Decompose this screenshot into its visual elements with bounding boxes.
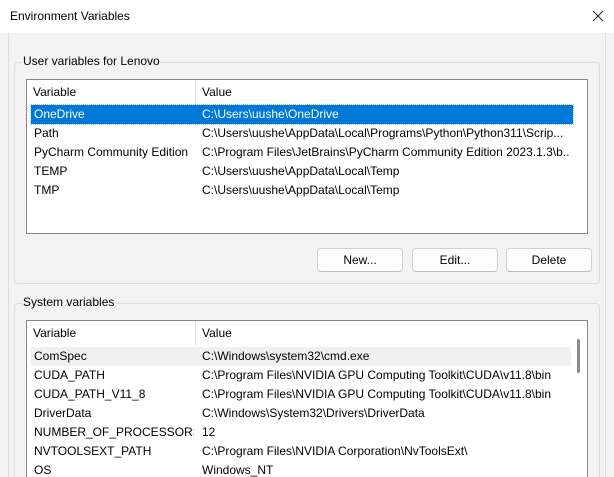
- variable-name-cell: TEMP: [34, 164, 68, 178]
- table-row[interactable]: TEMP C:\Users\uushe\AppData\Local\Temp: [31, 162, 573, 181]
- list-header: Variable Value: [27, 321, 571, 346]
- variable-name-cell: NVTOOLSEXT_PATH: [34, 444, 152, 458]
- new-button[interactable]: New...: [317, 248, 403, 272]
- variable-name-cell: Path: [34, 126, 59, 140]
- variable-value-cell: C:\Users\uushe\AppData\Local\Temp: [202, 164, 400, 178]
- variable-name-cell: NUMBER_OF_PROCESSORS: [34, 425, 194, 439]
- close-button[interactable]: [582, 0, 614, 32]
- variable-value-cell: C:\Users\uushe\AppData\Local\Temp: [202, 183, 400, 197]
- table-row[interactable]: OneDrive C:\Users\uushe\OneDrive: [30, 104, 574, 125]
- variable-value-cell: 12: [202, 425, 216, 439]
- column-header-variable[interactable]: Variable: [27, 321, 195, 346]
- variable-value-cell: C:\Windows\System32\Drivers\DriverData: [202, 406, 425, 420]
- variable-name-cell: DriverData: [34, 406, 92, 420]
- title-bar[interactable]: Environment Variables: [0, 0, 614, 33]
- table-row[interactable]: Path C:\Users\uushe\AppData\Local\Program…: [31, 124, 573, 143]
- variable-value-cell: C:\Users\uushe\AppData\Local\Programs\Py…: [202, 126, 564, 140]
- variable-value-cell: C:\Windows\system32\cmd.exe: [202, 349, 370, 363]
- edit-button[interactable]: Edit...: [412, 248, 498, 272]
- scrollbar-thumb[interactable]: [577, 339, 580, 373]
- environment-variables-dialog: Environment Variables User variables for…: [0, 0, 614, 477]
- variable-name-cell: CUDA_PATH_V11_8: [34, 387, 146, 401]
- list-header: Variable Value: [27, 80, 587, 105]
- delete-button[interactable]: Delete: [506, 248, 592, 272]
- variable-value-cell: C:\Program Files\NVIDIA Corporation\NvTo…: [202, 444, 468, 458]
- variable-value-cell: C:\Program Files\JetBrains\PyCharm Commu…: [202, 145, 570, 159]
- variable-name-cell: TMP: [34, 183, 60, 197]
- close-icon: [592, 10, 604, 22]
- table-row[interactable]: TMP C:\Users\uushe\AppData\Local\Temp: [31, 181, 573, 200]
- column-header-value[interactable]: Value: [196, 80, 576, 105]
- system-variables-label: System variables: [22, 295, 116, 309]
- table-row[interactable]: DriverData C:\Windows\System32\Drivers\Dr…: [31, 404, 579, 423]
- table-row[interactable]: OS Windows_NT: [31, 461, 579, 477]
- column-header-value[interactable]: Value: [196, 321, 566, 346]
- variable-name-cell: PyCharm Community Edition: [34, 145, 189, 159]
- table-row[interactable]: PyCharm Community Edition C:\Program File…: [31, 143, 573, 162]
- vertical-scrollbar[interactable]: [571, 321, 587, 477]
- variable-value-cell: C:\Program Files\NVIDIA GPU Computing To…: [202, 387, 552, 401]
- variable-value-cell: C:\Users\uushe\OneDrive: [202, 107, 339, 121]
- column-header-variable[interactable]: Variable: [27, 80, 195, 105]
- table-row[interactable]: NVTOOLSEXT_PATH C:\Program Files\NVIDIA C…: [31, 442, 579, 461]
- table-row[interactable]: CUDA_PATH_V11_8 C:\Program Files\NVIDIA G…: [31, 385, 579, 404]
- variable-value-cell: C:\Program Files\NVIDIA GPU Computing To…: [202, 368, 552, 382]
- variable-name-cell: CUDA_PATH: [34, 368, 105, 382]
- table-row[interactable]: NUMBER_OF_PROCESSORS 12: [31, 423, 579, 442]
- variable-name-cell: OS: [34, 463, 52, 477]
- user-variables-list[interactable]: Variable Value OneDrive C:\Users\uushe\On…: [26, 79, 588, 234]
- variable-name-cell: OneDrive: [34, 107, 85, 121]
- table-row[interactable]: CUDA_PATH C:\Program Files\NVIDIA GPU Com…: [31, 366, 579, 385]
- variable-name-cell: ComSpec: [34, 349, 87, 363]
- window-title: Environment Variables: [10, 9, 130, 23]
- variable-value-cell: Windows_NT: [202, 463, 274, 477]
- table-row[interactable]: ComSpec C:\Windows\system32\cmd.exe: [31, 347, 579, 366]
- user-variables-label: User variables for Lenovo: [22, 54, 161, 68]
- system-variables-list[interactable]: Variable Value ComSpec C:\Windows\system3…: [26, 320, 588, 477]
